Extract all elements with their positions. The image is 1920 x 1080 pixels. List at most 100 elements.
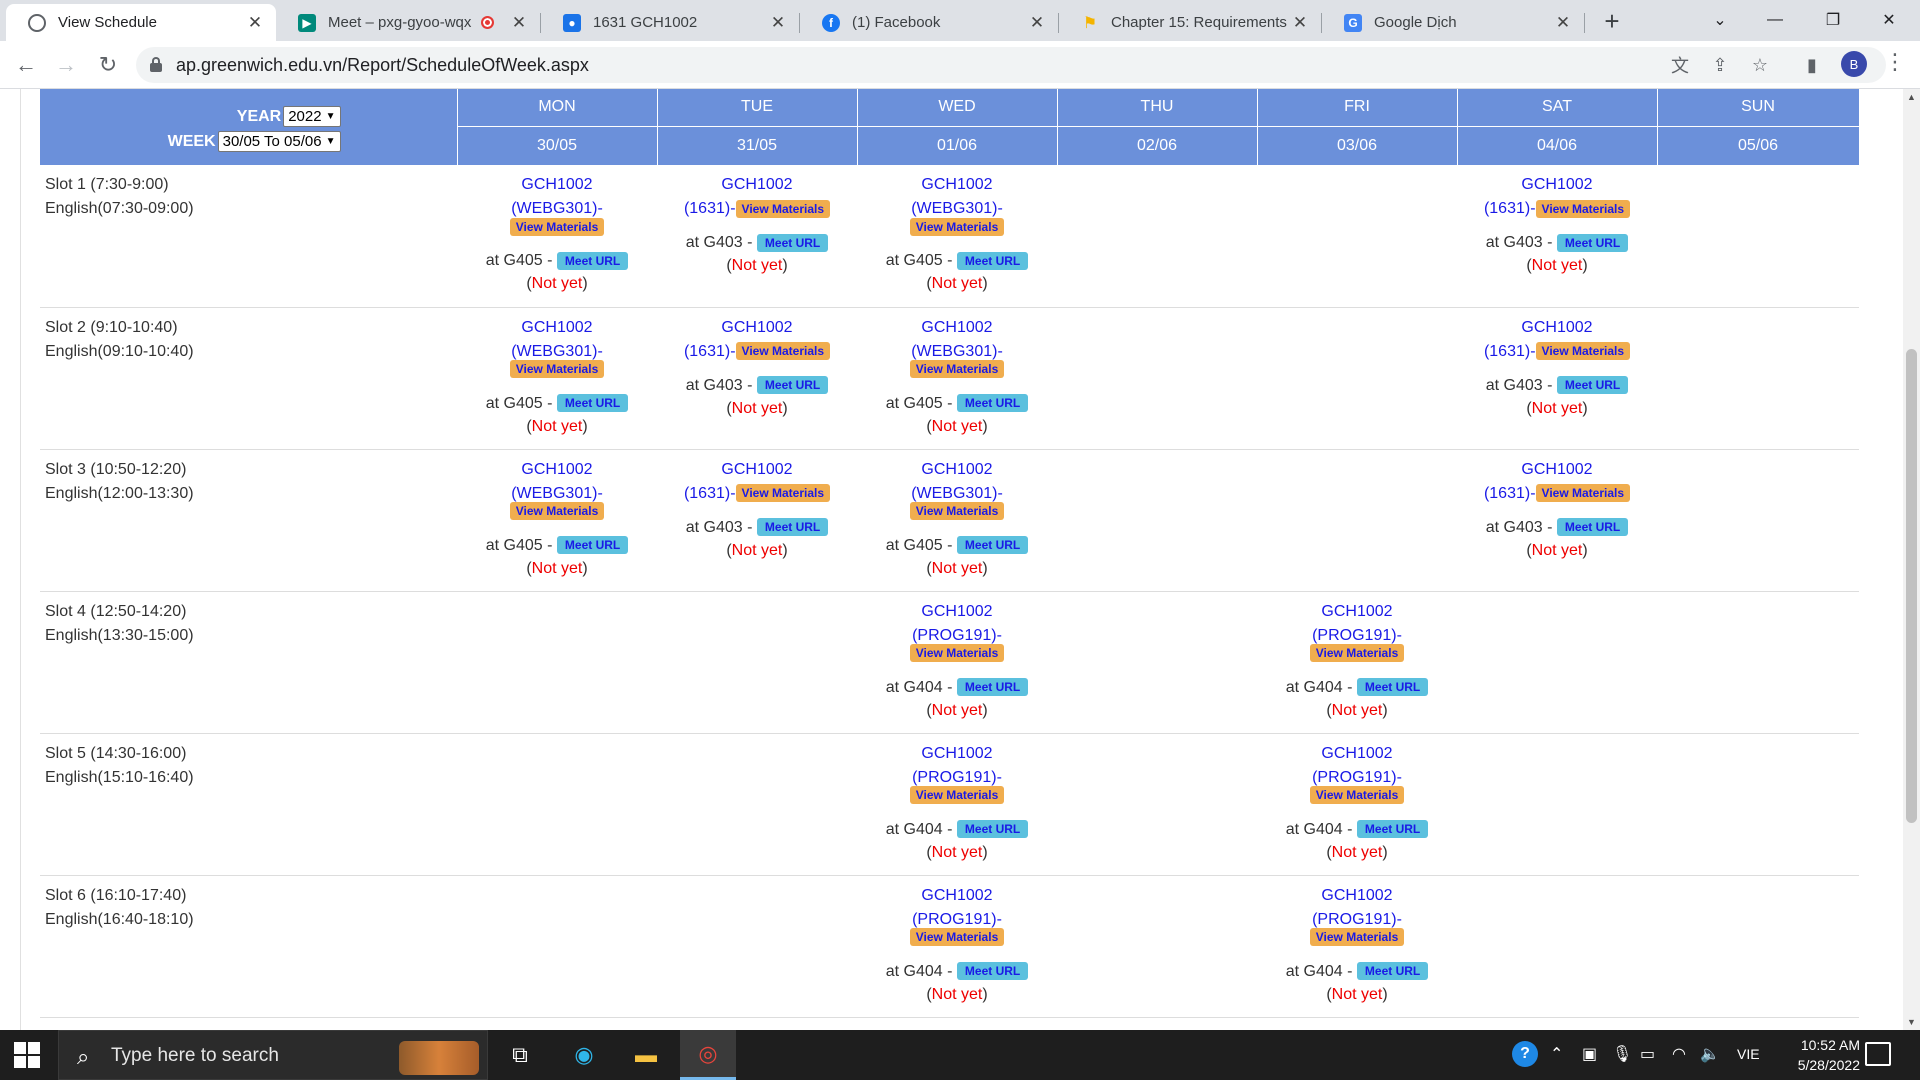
course-code-link[interactable]: GCH1002 [1457, 458, 1657, 482]
minimize-button[interactable]: — [1752, 0, 1798, 40]
profile-avatar[interactable]: B [1841, 51, 1867, 77]
group-link[interactable]: (1631)- [1484, 485, 1536, 502]
tab-search-chevron-icon[interactable]: ⌄ [1697, 0, 1743, 40]
reload-icon[interactable]: ↻ [94, 51, 122, 79]
more-menu-icon[interactable]: ⋮ [1884, 49, 1906, 79]
meet-url-button[interactable]: Meet URL [956, 678, 1029, 697]
view-materials-button[interactable]: View Materials [509, 360, 605, 379]
meet-url-button[interactable]: Meet URL [1356, 962, 1429, 981]
view-materials-button[interactable]: View Materials [909, 502, 1005, 521]
edge-icon[interactable]: ◉ [556, 1030, 612, 1080]
view-materials-button[interactable]: View Materials [909, 786, 1005, 805]
course-code-link[interactable]: GCH1002 [657, 173, 857, 197]
windows-start-icon[interactable] [14, 1042, 40, 1068]
meet-url-button[interactable]: Meet URL [756, 233, 829, 252]
task-view-icon[interactable]: ⧉ [492, 1030, 548, 1080]
group-link[interactable]: (WEBG301)- [511, 485, 603, 502]
group-link[interactable]: (PROG191)- [1312, 769, 1402, 786]
new-tab-button[interactable]: + [1598, 8, 1626, 36]
scroll-up-icon[interactable]: ▲ [1907, 92, 1916, 102]
group-link[interactable]: (1631)- [1484, 343, 1536, 360]
page-scrollbar[interactable]: ▲ ▼ [1903, 89, 1920, 1030]
meet-url-button[interactable]: Meet URL [756, 376, 829, 395]
meet-url-button[interactable]: Meet URL [1556, 376, 1629, 395]
scroll-down-icon[interactable]: ▼ [1907, 1017, 1916, 1027]
close-icon[interactable]: ✕ [769, 13, 787, 33]
share-icon[interactable]: ⇪ [1708, 53, 1732, 77]
tab-view-schedule[interactable]: View Schedule ✕ [6, 4, 276, 41]
view-materials-button[interactable]: View Materials [735, 484, 831, 503]
view-materials-button[interactable]: View Materials [1535, 199, 1631, 218]
course-code-link[interactable]: GCH1002 [857, 458, 1057, 482]
view-materials-button[interactable]: View Materials [909, 360, 1005, 379]
language-indicator[interactable]: VIE [1737, 1046, 1760, 1062]
group-link[interactable]: (PROG191)- [912, 627, 1002, 644]
restore-button[interactable]: ❐ [1810, 0, 1856, 40]
back-arrow-icon[interactable]: ← [12, 51, 40, 79]
course-code-link[interactable]: GCH1002 [457, 458, 657, 482]
view-materials-button[interactable]: View Materials [1535, 484, 1631, 503]
close-icon[interactable]: ✕ [1028, 13, 1046, 33]
view-materials-button[interactable]: View Materials [909, 928, 1005, 947]
course-code-link[interactable]: GCH1002 [657, 458, 857, 482]
meet-url-button[interactable]: Meet URL [556, 394, 629, 413]
close-icon[interactable]: ✕ [1291, 13, 1309, 33]
forward-arrow-icon[interactable]: → [52, 51, 80, 79]
course-code-link[interactable]: GCH1002 [1257, 600, 1457, 624]
view-materials-button[interactable]: View Materials [909, 644, 1005, 663]
meet-url-button[interactable]: Meet URL [1356, 678, 1429, 697]
course-code-link[interactable]: GCH1002 [1457, 173, 1657, 197]
week-select[interactable]: 30/05 To 05/06 ▼ [217, 131, 341, 152]
volume-icon[interactable]: 🔈 [1700, 1044, 1720, 1064]
course-code-link[interactable]: GCH1002 [857, 173, 1057, 197]
course-code-link[interactable]: GCH1002 [857, 316, 1057, 340]
meet-url-button[interactable]: Meet URL [756, 518, 829, 537]
course-code-link[interactable]: GCH1002 [1457, 316, 1657, 340]
year-select[interactable]: 2022 ▼ [283, 106, 341, 127]
group-link[interactable]: (WEBG301)- [911, 485, 1003, 502]
tab-meet[interactable]: ▶ Meet – pxg-gyoo-wqx ✕ [276, 4, 540, 41]
taskbar-search-box[interactable]: ⌕ Type here to search [58, 1030, 488, 1080]
course-code-link[interactable]: GCH1002 [857, 884, 1057, 908]
window-close-button[interactable]: ✕ [1866, 0, 1912, 40]
meet-url-button[interactable]: Meet URL [556, 251, 629, 270]
group-link[interactable]: (WEBG301)- [911, 343, 1003, 360]
close-icon[interactable]: ✕ [246, 13, 264, 33]
scrollbar-thumb[interactable] [1906, 349, 1917, 823]
close-icon[interactable]: ✕ [510, 13, 528, 33]
course-code-link[interactable]: GCH1002 [657, 316, 857, 340]
file-explorer-icon[interactable]: ▬ [618, 1030, 674, 1080]
tab-google-dich[interactable]: G Google Dịch ✕ [1322, 4, 1584, 41]
device-icon[interactable]: ▣ [1582, 1044, 1597, 1064]
group-link[interactable]: (1631)- [684, 200, 736, 217]
tab-1631-gch1002[interactable]: ● 1631 GCH1002 ✕ [541, 4, 799, 41]
view-materials-button[interactable]: View Materials [735, 199, 831, 218]
view-materials-button[interactable]: View Materials [509, 502, 605, 521]
course-code-link[interactable]: GCH1002 [1257, 884, 1457, 908]
meet-url-button[interactable]: Meet URL [956, 820, 1029, 839]
view-materials-button[interactable]: View Materials [1309, 644, 1405, 663]
translate-icon[interactable]: 文 [1668, 53, 1692, 77]
meet-url-button[interactable]: Meet URL [1356, 820, 1429, 839]
address-bar[interactable]: ap.greenwich.edu.vn/Report/ScheduleOfWee… [136, 47, 1886, 83]
view-materials-button[interactable]: View Materials [1309, 928, 1405, 947]
meet-url-button[interactable]: Meet URL [956, 394, 1029, 413]
meet-url-button[interactable]: Meet URL [956, 251, 1029, 270]
bookmark-star-icon[interactable]: ☆ [1748, 53, 1772, 77]
view-materials-button[interactable]: View Materials [909, 217, 1005, 236]
group-link[interactable]: (1631)- [1484, 200, 1536, 217]
meet-url-button[interactable]: Meet URL [1556, 233, 1629, 252]
group-link[interactable]: (PROG191)- [912, 911, 1002, 928]
meet-url-button[interactable]: Meet URL [556, 536, 629, 555]
meet-url-button[interactable]: Meet URL [1556, 518, 1629, 537]
group-link[interactable]: (1631)- [684, 343, 736, 360]
lock-icon[interactable] [150, 57, 162, 72]
view-materials-button[interactable]: View Materials [1309, 786, 1405, 805]
group-link[interactable]: (1631)- [684, 485, 736, 502]
group-link[interactable]: (WEBG301)- [511, 343, 603, 360]
course-code-link[interactable]: GCH1002 [457, 316, 657, 340]
group-link[interactable]: (PROG191)- [1312, 911, 1402, 928]
course-code-link[interactable]: GCH1002 [457, 173, 657, 197]
microphone-icon[interactable]: 🎙 [1612, 1044, 1632, 1064]
chevron-up-icon[interactable]: ⌃ [1550, 1044, 1563, 1064]
